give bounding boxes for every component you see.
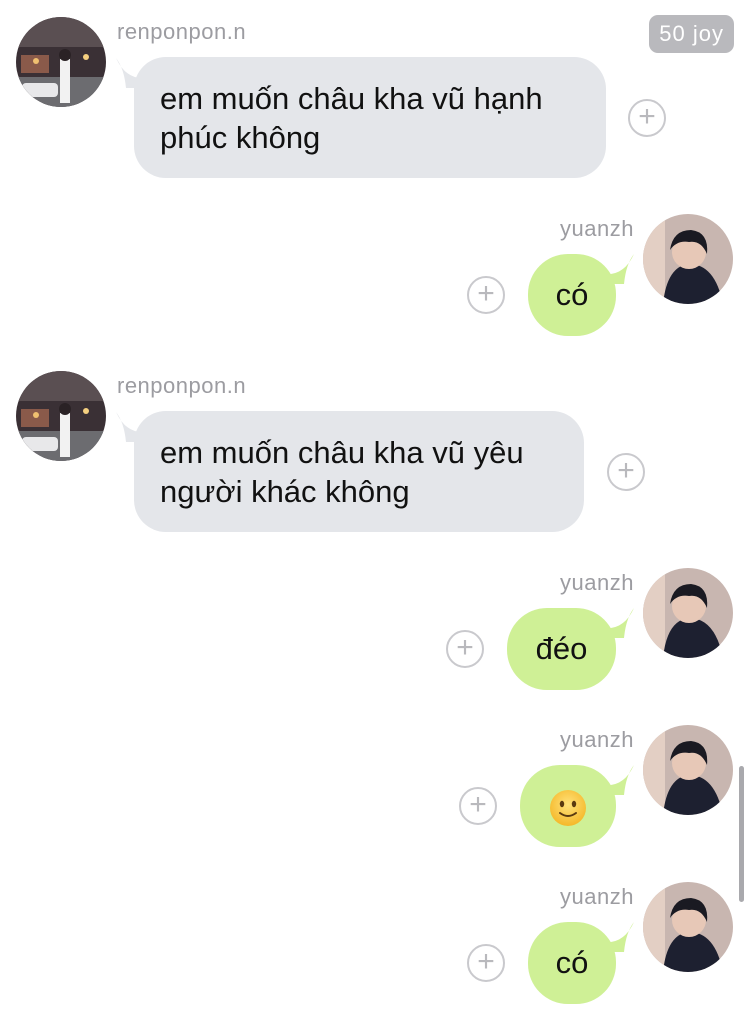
- message-bubble-incoming[interactable]: em muốn châu kha vũ hạnh phúc không: [134, 57, 606, 178]
- add-reaction-button[interactable]: +: [446, 630, 484, 668]
- message-bubble-outgoing[interactable]: có: [528, 922, 616, 1004]
- scrollbar[interactable]: [739, 766, 744, 902]
- message-bubble-outgoing[interactable]: có: [528, 254, 616, 336]
- avatar-yuanzh[interactable]: [643, 725, 733, 815]
- avatar-yuanzh[interactable]: [643, 882, 733, 972]
- avatar-yuanzh[interactable]: [643, 568, 733, 658]
- sender-name: renponpon.n: [117, 19, 247, 44]
- avatar-yuanzh[interactable]: [643, 214, 733, 304]
- add-reaction-button[interactable]: +: [467, 944, 505, 982]
- avatar-photo-portrait: [643, 725, 733, 815]
- avatar-photo-portrait: [643, 214, 733, 304]
- sender-name: renponpon.n: [117, 373, 247, 398]
- message-text: có: [555, 945, 589, 980]
- message-text-line: em muốn châu kha vũ yêu: [160, 435, 524, 470]
- message-bubble-outgoing[interactable]: [520, 765, 616, 847]
- message-bubble-incoming[interactable]: em muốn châu kha vũ yêu người khác không: [134, 411, 584, 532]
- message-bubble-outgoing[interactable]: đéo: [507, 608, 616, 690]
- avatar-renponpon[interactable]: [16, 17, 106, 107]
- avatar-photo-night-street: [16, 17, 106, 107]
- message-text: có: [555, 277, 589, 312]
- sender-name: yuanzh: [560, 570, 634, 595]
- avatar-photo-night-street: [16, 371, 106, 461]
- add-reaction-button[interactable]: +: [607, 453, 645, 491]
- sender-name: yuanzh: [560, 884, 634, 909]
- message-text-line: phúc không: [160, 120, 321, 155]
- avatar-renponpon[interactable]: [16, 371, 106, 461]
- slightly-smiling-face-icon: [550, 789, 586, 826]
- message-text-line: người khác không: [160, 474, 410, 509]
- joy-count-badge[interactable]: 50 joy: [649, 15, 734, 53]
- message-text: đéo: [535, 631, 588, 666]
- add-reaction-button[interactable]: +: [628, 99, 666, 137]
- message-text-line: em muốn châu kha vũ hạnh: [160, 81, 543, 116]
- avatar-photo-portrait: [643, 882, 733, 972]
- add-reaction-button[interactable]: +: [459, 787, 497, 825]
- avatar-photo-portrait: [643, 568, 733, 658]
- sender-name: yuanzh: [560, 727, 634, 752]
- sender-name: yuanzh: [560, 216, 634, 241]
- add-reaction-button[interactable]: +: [467, 276, 505, 314]
